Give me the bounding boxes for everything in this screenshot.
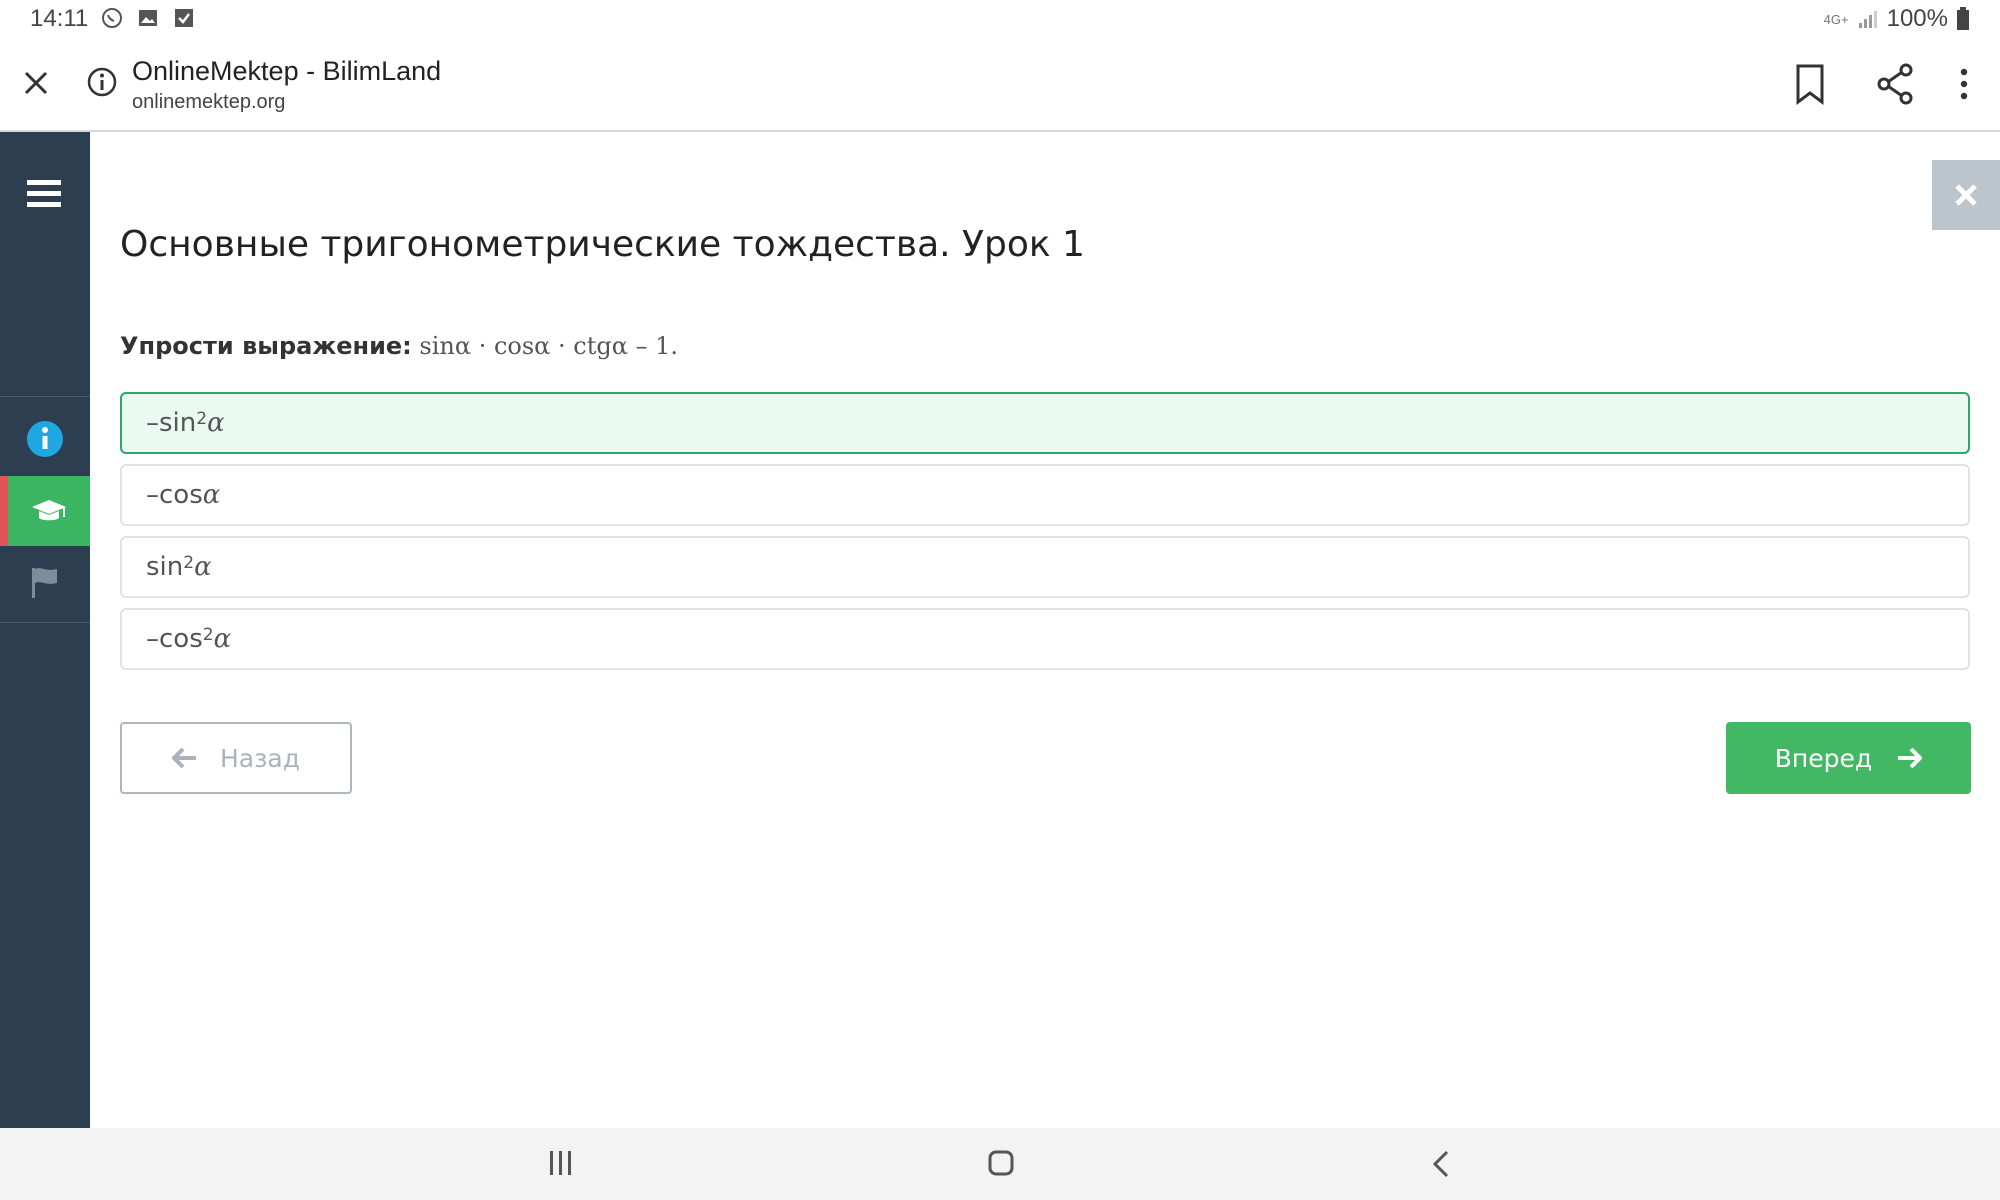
battery-percent: 100%	[1886, 5, 1948, 32]
recents-icon[interactable]	[548, 1148, 574, 1178]
answer-prefix: sin	[146, 552, 184, 582]
answer-power: 2	[196, 409, 208, 429]
question-expression: sinα · cosα · ctgα – 1.	[419, 332, 679, 360]
signal-icon	[1858, 11, 1877, 28]
sidebar-divider	[0, 396, 90, 397]
next-button[interactable]: Вперед	[1726, 722, 1971, 794]
share-icon[interactable]	[1874, 62, 1916, 106]
network-type: 4G+	[1823, 11, 1849, 27]
flag-icon	[32, 568, 57, 598]
answer-variable: α	[194, 552, 212, 582]
answer-option[interactable]: sin 2 α	[120, 536, 1970, 598]
back-button-label: Назад	[219, 743, 301, 773]
question-text: Упрости выражение: sinα · cosα · ctgα – …	[120, 332, 678, 360]
answer-list: –sin 2 α –cos α sin 2 α –cos 2 α	[120, 392, 1970, 680]
graduation-cap-icon	[32, 500, 66, 521]
close-icon[interactable]	[18, 65, 54, 101]
system-nav-bar	[0, 1128, 2000, 1200]
back-nav-icon[interactable]	[1430, 1148, 1452, 1180]
answer-option[interactable]: –sin 2 α	[120, 392, 1970, 454]
answer-variable: α	[202, 480, 221, 510]
info-icon[interactable]	[86, 66, 118, 98]
answer-prefix: –cos	[146, 624, 203, 654]
answer-power: 2	[183, 553, 195, 573]
checkbox-icon	[175, 9, 193, 27]
page-url[interactable]: onlinemektep.org	[132, 91, 285, 114]
close-icon	[1955, 184, 1977, 206]
answer-variable: α	[207, 408, 225, 438]
whatsapp-icon	[102, 8, 122, 28]
close-lesson-button[interactable]	[1932, 160, 2000, 230]
answer-variable: α	[213, 624, 232, 654]
info-circle-icon	[27, 421, 63, 457]
status-time: 14:11	[30, 5, 89, 32]
sidebar	[0, 132, 90, 1128]
answer-power: 2	[202, 625, 214, 645]
more-vert-icon[interactable]	[1950, 62, 1978, 106]
page-title: OnlineMektep - BilimLand	[132, 56, 442, 86]
status-bar: 14:11 4G+ 100%	[0, 0, 2000, 38]
sidebar-item-info[interactable]	[0, 404, 90, 474]
arrow-right-icon	[1898, 747, 1923, 769]
answer-prefix: –cos	[146, 480, 203, 510]
browser-toolbar: OnlineMektep - BilimLand onlinemektep.or…	[0, 38, 2000, 132]
hamburger-menu-icon[interactable]	[25, 176, 65, 212]
gallery-icon	[139, 10, 157, 26]
sidebar-divider	[0, 622, 90, 623]
arrow-left-icon	[171, 747, 196, 769]
lesson-title: Основные тригонометрические тождества. У…	[120, 224, 1085, 265]
sidebar-item-flag[interactable]	[0, 548, 90, 618]
question-label: Упрости выражение:	[120, 332, 412, 360]
back-button[interactable]: Назад	[120, 722, 352, 794]
answer-option[interactable]: –cos 2 α	[120, 608, 1970, 670]
home-icon[interactable]	[986, 1148, 1016, 1178]
next-button-label: Вперед	[1774, 743, 1873, 773]
battery-icon	[1957, 7, 1969, 30]
bookmark-icon[interactable]	[1792, 62, 1828, 106]
answer-prefix: –sin	[146, 408, 197, 438]
sidebar-item-lesson[interactable]	[0, 476, 90, 546]
answer-option[interactable]: –cos α	[120, 464, 1970, 526]
